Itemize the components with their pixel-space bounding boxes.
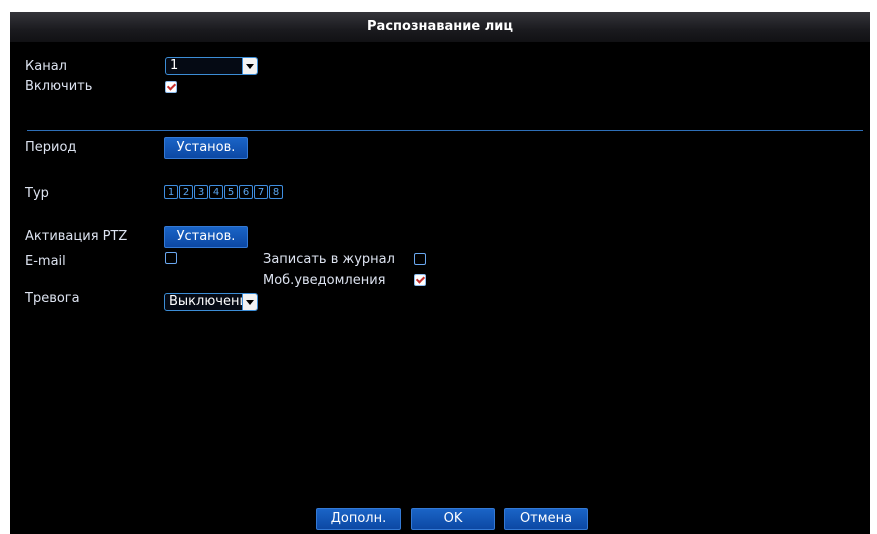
mobile-notify-checkbox[interactable] [414, 274, 426, 286]
alarm-value: Выключени [169, 294, 248, 309]
tour-item-5[interactable]: 5 [224, 185, 238, 199]
tour-item-4[interactable]: 4 [209, 185, 223, 199]
ptz-label: Активация PTZ [25, 229, 128, 244]
tour-item-8[interactable]: 8 [269, 185, 283, 199]
face-recognition-dialog: Распознавание лиц Канал 1 Включить Перио… [10, 12, 870, 534]
section-divider [27, 130, 863, 131]
email-checkbox[interactable] [165, 252, 177, 264]
tour-item-2[interactable]: 2 [179, 185, 193, 199]
ptz-set-button[interactable]: Установ. [164, 226, 248, 248]
channel-value: 1 [170, 58, 179, 73]
dialog-title: Распознавание лиц [10, 12, 870, 42]
tour-selector: 12345678 [164, 185, 283, 201]
ok-button[interactable]: OK [411, 508, 495, 530]
chevron-down-icon [242, 58, 257, 74]
tour-item-6[interactable]: 6 [239, 185, 253, 199]
alarm-select[interactable]: Выключени [164, 293, 258, 311]
tour-item-3[interactable]: 3 [194, 185, 208, 199]
log-label: Записать в журнал [263, 252, 395, 267]
log-checkbox[interactable] [414, 253, 426, 265]
tour-label: Тур [25, 186, 49, 201]
enable-label: Включить [25, 79, 93, 94]
tour-item-1[interactable]: 1 [164, 185, 178, 199]
channel-label: Канал [25, 59, 67, 74]
mobile-notify-label: Моб.уведомления [263, 273, 386, 288]
chevron-down-icon [242, 294, 257, 310]
period-label: Период [25, 140, 77, 155]
channel-select[interactable]: 1 [165, 57, 258, 75]
period-set-button[interactable]: Установ. [164, 137, 248, 159]
alarm-label: Тревога [25, 291, 80, 306]
enable-checkbox[interactable] [165, 81, 177, 93]
email-label: E-mail [25, 254, 66, 269]
advanced-button[interactable]: Дополн. [316, 508, 401, 530]
tour-item-7[interactable]: 7 [254, 185, 268, 199]
cancel-button[interactable]: Отмена [504, 508, 588, 530]
